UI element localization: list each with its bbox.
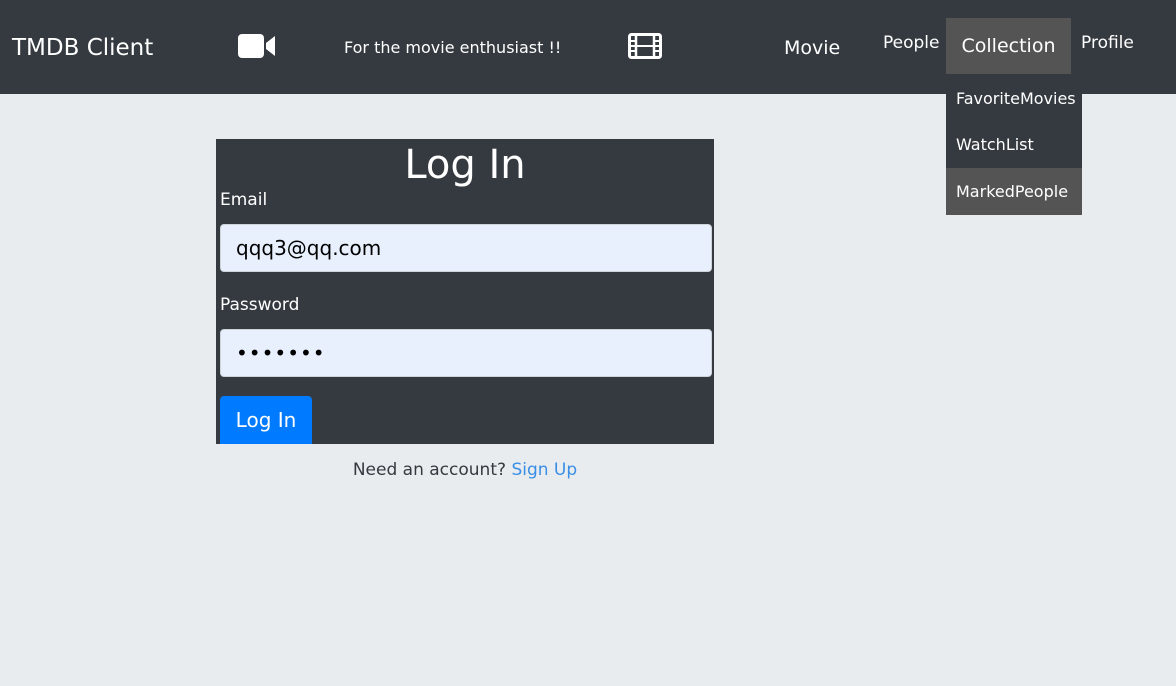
collection-dropdown-menu: FavoriteMovies WatchList MarkedPeople <box>946 74 1082 215</box>
nav-movie[interactable]: Movie <box>784 35 840 61</box>
login-button[interactable]: Log In <box>220 396 312 444</box>
password-field[interactable] <box>220 329 712 377</box>
video-camera-icon <box>238 33 276 63</box>
login-title: Log In <box>404 142 526 188</box>
dropdown-item-marked-people[interactable]: MarkedPeople <box>946 168 1082 215</box>
dropdown-item-favorite-movies[interactable]: FavoriteMovies <box>946 74 1082 121</box>
password-label: Password <box>220 295 300 315</box>
brand-title[interactable]: TMDB Client <box>12 32 153 64</box>
login-form: Log In Email Password Log In <box>216 139 714 444</box>
signup-link[interactable]: Sign Up <box>511 460 577 480</box>
tagline: For the movie enthusiast !! <box>344 38 562 57</box>
dropdown-item-watchlist[interactable]: WatchList <box>946 121 1082 168</box>
email-field[interactable] <box>220 224 712 272</box>
nav-people[interactable]: People <box>883 31 939 55</box>
film-icon <box>628 33 662 63</box>
nav-collection[interactable]: Collection <box>946 18 1071 74</box>
signup-prompt-text: Need an account? <box>352 460 507 480</box>
nav-profile[interactable]: Profile <box>1081 31 1134 55</box>
email-label: Email <box>220 190 268 210</box>
signup-prompt-line: Need an account? Sign Up <box>216 459 714 481</box>
